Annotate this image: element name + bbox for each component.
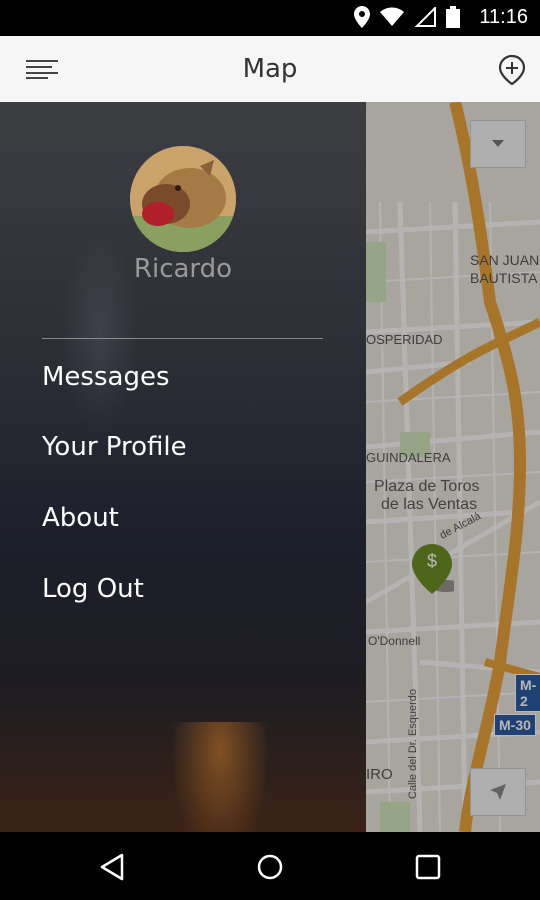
- drawer-background-glow: [170, 722, 270, 832]
- menu-item-your-profile[interactable]: Your Profile: [42, 432, 187, 462]
- add-location-icon: [498, 54, 526, 86]
- back-button[interactable]: [98, 852, 128, 882]
- home-button[interactable]: [255, 852, 285, 882]
- back-icon: [100, 853, 124, 881]
- user-name: Ricardo: [133, 254, 233, 284]
- menu-item-log-out[interactable]: Log Out: [42, 574, 144, 604]
- menu-item-about[interactable]: About: [42, 503, 119, 533]
- menu-item-messages[interactable]: Messages: [42, 362, 170, 392]
- status-icons: [354, 5, 460, 32]
- add-location-button[interactable]: [498, 54, 526, 86]
- home-icon: [257, 854, 283, 880]
- recents-icon: [415, 854, 441, 880]
- location-icon: [354, 6, 370, 32]
- wifi-icon: [380, 7, 404, 31]
- status-time: 11:16: [479, 6, 528, 28]
- recents-button[interactable]: [413, 852, 443, 882]
- signal-icon: [414, 5, 436, 31]
- drawer-divider: [42, 338, 323, 339]
- app-bar: Map: [0, 36, 540, 103]
- navigation-drawer: Ricardo Messages Your Profile About Log …: [0, 102, 366, 832]
- avatar-image: [130, 146, 236, 252]
- system-nav-bar: [0, 832, 540, 900]
- page-title: Map: [242, 54, 298, 84]
- avatar[interactable]: [130, 146, 236, 252]
- battery-icon: [446, 6, 460, 32]
- status-bar: 11:16: [0, 0, 540, 36]
